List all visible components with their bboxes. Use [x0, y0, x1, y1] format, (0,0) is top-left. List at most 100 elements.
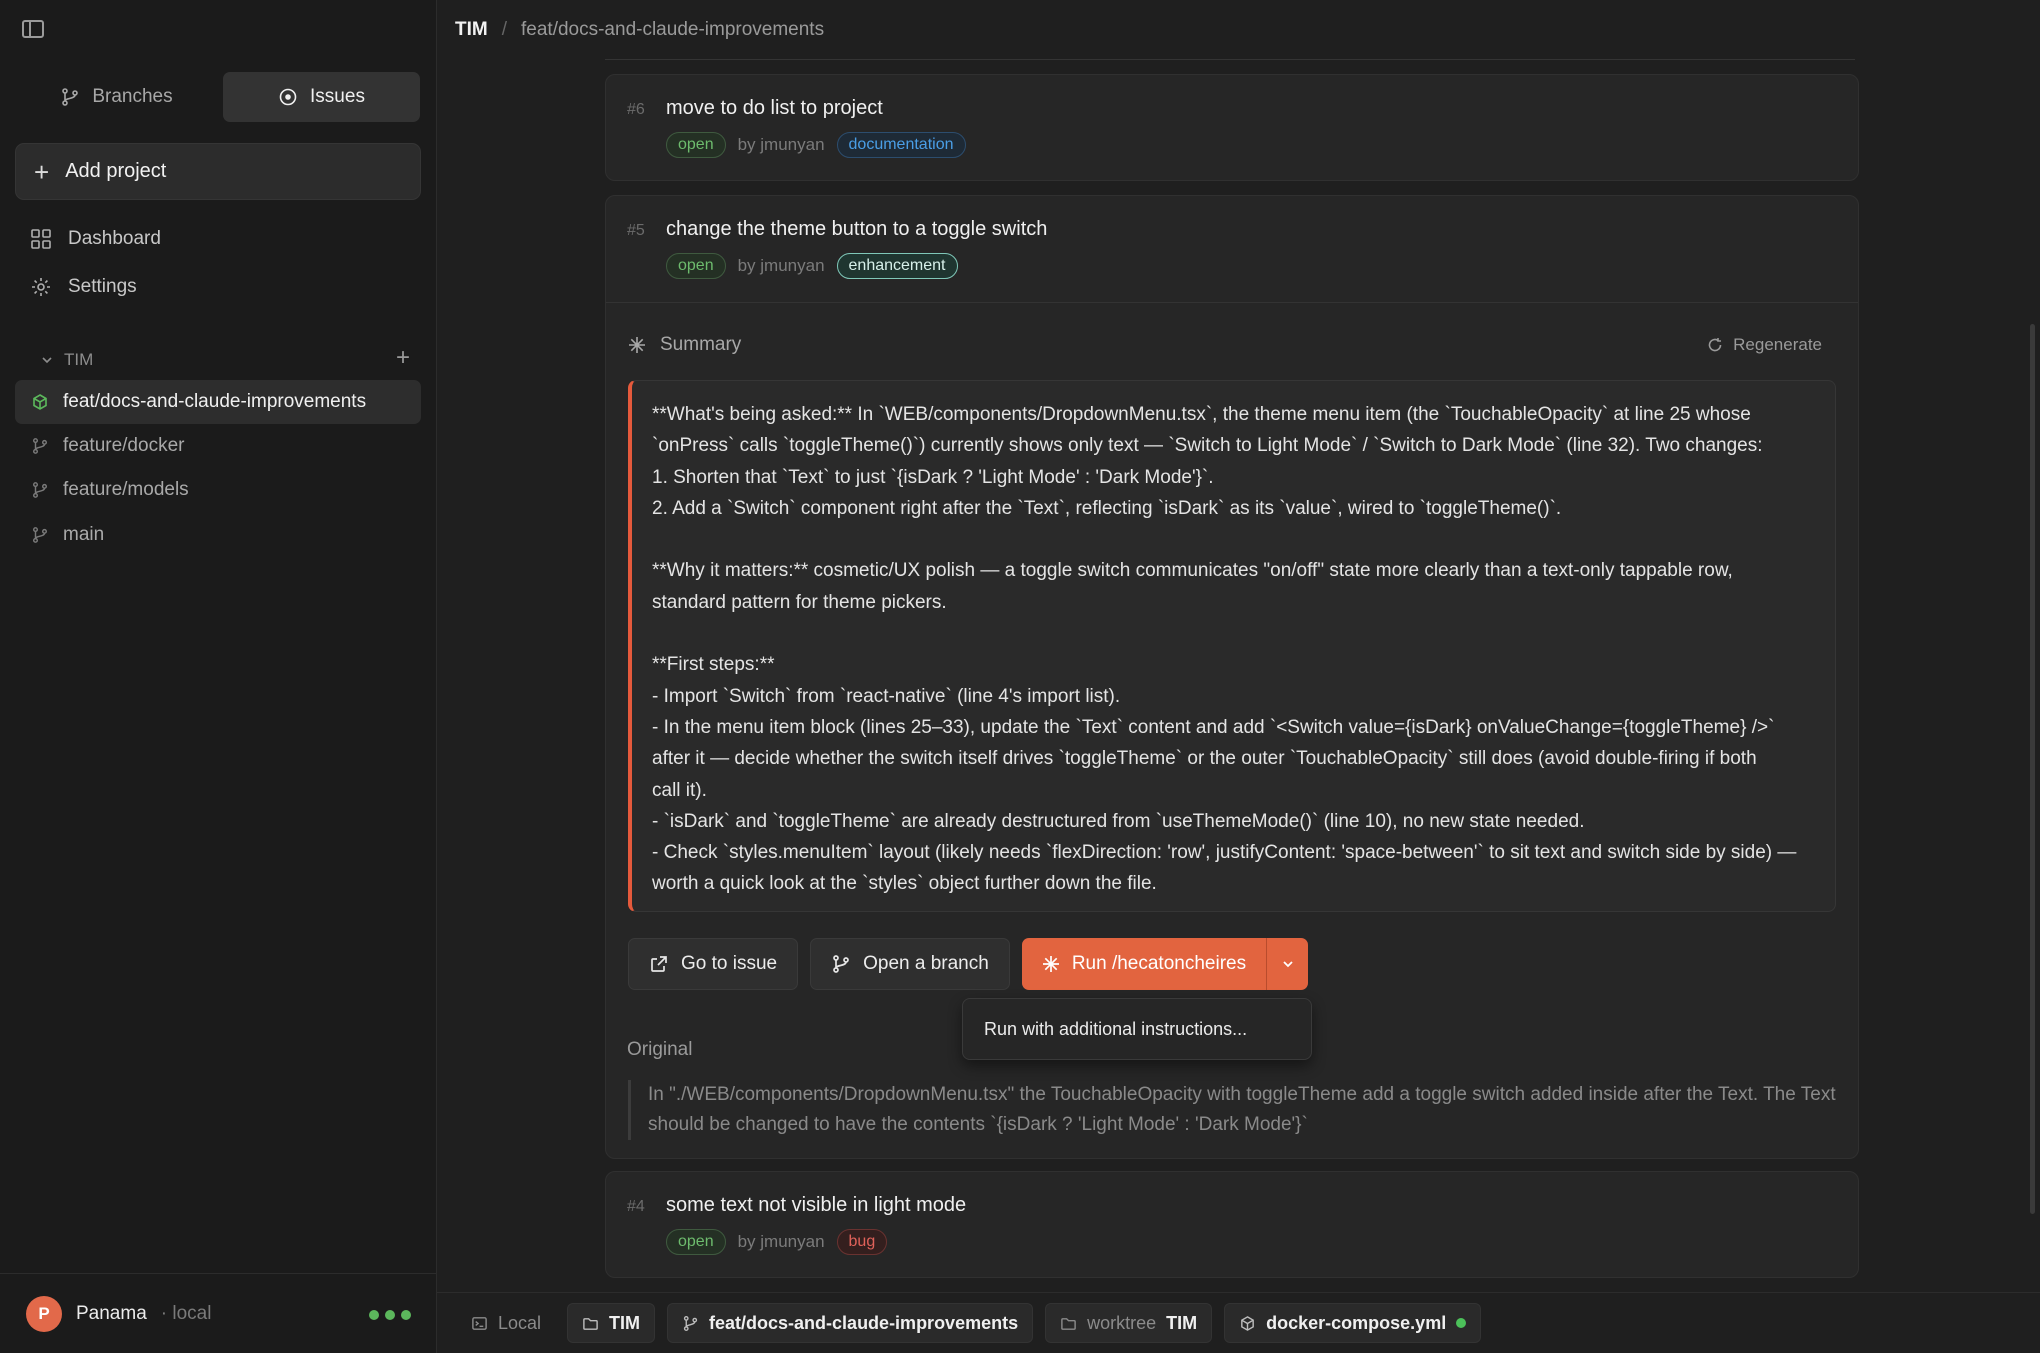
- chevron-down-icon: [1282, 961, 1293, 968]
- branch-name: main: [63, 524, 105, 545]
- sidebar-branch-item[interactable]: feature/models: [15, 468, 421, 512]
- status-bar: Local TIM feat/docs-and-claude-improveme…: [437, 1292, 2040, 1353]
- issue-author: by jmunyan: [737, 135, 825, 154]
- sparkle-icon: [629, 337, 645, 353]
- regenerate-label: Regenerate: [1733, 335, 1822, 354]
- issue-number: #6: [627, 101, 645, 118]
- git-branch-icon: [32, 482, 48, 498]
- open-branch-label: Open a branch: [863, 953, 989, 974]
- chevron-down-icon: [42, 357, 52, 364]
- issue-meta: open by jmunyan bug: [666, 1229, 888, 1255]
- issue-label: enhancement: [836, 253, 958, 279]
- tab-issues[interactable]: Issues: [223, 72, 420, 122]
- issue-actions: Go to issue Open a branch Run /hecatonch…: [628, 938, 1309, 990]
- issue-label: documentation: [836, 132, 966, 158]
- settings-label: Settings: [68, 276, 137, 297]
- sidebar-branch-item[interactable]: main: [15, 513, 421, 557]
- status-compose-label: docker-compose.yml: [1266, 1312, 1447, 1333]
- git-branch-icon: [32, 438, 48, 454]
- sidebar-tabs: Branches Issues: [18, 72, 420, 122]
- project-group-header[interactable]: TIM +: [40, 344, 410, 374]
- git-branch-icon: [32, 527, 48, 543]
- status-badge: open: [666, 132, 726, 158]
- original-label: Original: [627, 1039, 693, 1060]
- issue-meta: open by jmunyan documentation: [666, 132, 966, 158]
- issue-number: #4: [627, 1198, 645, 1215]
- breadcrumb-project[interactable]: TIM: [455, 19, 488, 41]
- status-dots-icon[interactable]: [369, 1310, 411, 1320]
- breadcrumb: TIM / feat/docs-and-claude-improvements: [437, 0, 2040, 60]
- issue-title: move to do list to project: [666, 97, 883, 119]
- breadcrumb-separator: /: [501, 19, 507, 40]
- original-text: In "./WEB/components/DropdownMenu.tsx" t…: [628, 1080, 1836, 1140]
- user-name: Panama: [76, 1302, 147, 1324]
- scrollbar[interactable]: [2030, 324, 2035, 1214]
- sparkle-icon: [1042, 956, 1059, 972]
- go-to-issue-label: Go to issue: [681, 953, 778, 974]
- status-worktree-name: TIM: [1166, 1312, 1198, 1333]
- avatar[interactable]: P: [26, 1295, 62, 1332]
- issue-title[interactable]: change the theme button to a toggle swit…: [666, 218, 1047, 241]
- go-to-issue-button[interactable]: Go to issue: [628, 938, 799, 990]
- sidebar-branch-item[interactable]: feature/docker: [15, 424, 421, 468]
- status-local[interactable]: Local: [457, 1303, 555, 1343]
- project-group-name: TIM: [64, 350, 94, 369]
- add-project-label: Add project: [65, 160, 167, 182]
- summary-text: **What's being asked:** In `WEB/componen…: [652, 404, 1797, 895]
- sidebar: Branches Issues + Add project Dashboard …: [0, 0, 437, 1353]
- list-top-divider: [605, 59, 1855, 60]
- breadcrumb-branch: feat/docs-and-claude-improvements: [521, 19, 825, 40]
- issue-card-expanded: #5 change the theme button to a toggle s…: [605, 195, 1859, 1159]
- sidebar-item-settings[interactable]: Settings: [30, 271, 137, 303]
- sidebar-item-dashboard[interactable]: Dashboard: [30, 223, 161, 255]
- run-with-instructions-menu-item[interactable]: Run with additional instructions...: [962, 998, 1312, 1060]
- status-worktree-label: worktree: [1087, 1312, 1157, 1333]
- sidebar-branch-item[interactable]: feat/docs-and-claude-improvements: [15, 380, 421, 424]
- tab-branches-label: Branches: [92, 86, 173, 107]
- regenerate-button[interactable]: Regenerate: [1707, 335, 1822, 355]
- tab-branches[interactable]: Branches: [18, 72, 215, 122]
- issue-circle-icon: [279, 88, 297, 106]
- tab-issues-label: Issues: [310, 86, 365, 107]
- external-link-icon: [651, 956, 667, 972]
- sidebar-toggle-icon[interactable]: [22, 20, 44, 38]
- run-label: Run /hecatoncheires: [1071, 953, 1247, 974]
- running-status-dot: [1456, 1318, 1467, 1328]
- branch-name: feature/models: [63, 479, 189, 500]
- plus-icon: +: [34, 156, 50, 187]
- grid-icon: [31, 229, 51, 249]
- issue-author: by jmunyan: [737, 256, 825, 275]
- user-location: · local: [160, 1302, 212, 1324]
- status-branch-label: feat/docs-and-claude-improvements: [709, 1312, 1019, 1333]
- folder-icon: [583, 1317, 598, 1330]
- status-badge: open: [666, 253, 726, 279]
- terminal-icon: [472, 1316, 487, 1330]
- status-local-label: Local: [498, 1312, 542, 1333]
- status-compose[interactable]: docker-compose.yml: [1224, 1303, 1482, 1343]
- dashboard-label: Dashboard: [68, 228, 161, 249]
- refresh-icon: [1708, 338, 1722, 352]
- issue-author: by jmunyan: [737, 1232, 825, 1251]
- issue-card[interactable]: #6 move to do list to project open by jm…: [605, 74, 1859, 181]
- status-branch[interactable]: feat/docs-and-claude-improvements: [667, 1303, 1034, 1343]
- add-project-button[interactable]: + Add project: [15, 143, 421, 200]
- branch-name: feature/docker: [63, 435, 185, 456]
- run-options-button[interactable]: [1266, 938, 1309, 990]
- git-branch-icon: [683, 1315, 698, 1331]
- issue-meta: open by jmunyan enhancement: [666, 253, 958, 279]
- status-project-label: TIM: [609, 1312, 641, 1333]
- user-footer: P Panama · local: [0, 1273, 437, 1353]
- folder-icon: [1061, 1317, 1076, 1330]
- issue-title: some text not visible in light mode: [666, 1194, 967, 1216]
- branch-name: feat/docs-and-claude-improvements: [63, 391, 367, 412]
- issue-label: bug: [836, 1229, 888, 1255]
- status-project[interactable]: TIM: [567, 1303, 656, 1343]
- add-branch-icon[interactable]: +: [396, 344, 410, 372]
- summary-header: Summary: [628, 334, 741, 356]
- open-branch-button[interactable]: Open a branch: [810, 938, 1010, 990]
- gear-icon: [32, 278, 50, 296]
- issue-card[interactable]: #4 some text not visible in light mode o…: [605, 1171, 1859, 1278]
- git-branch-icon: [62, 88, 79, 106]
- status-worktree[interactable]: worktree TIM: [1045, 1303, 1213, 1343]
- run-button[interactable]: Run /hecatoncheires: [1021, 938, 1267, 990]
